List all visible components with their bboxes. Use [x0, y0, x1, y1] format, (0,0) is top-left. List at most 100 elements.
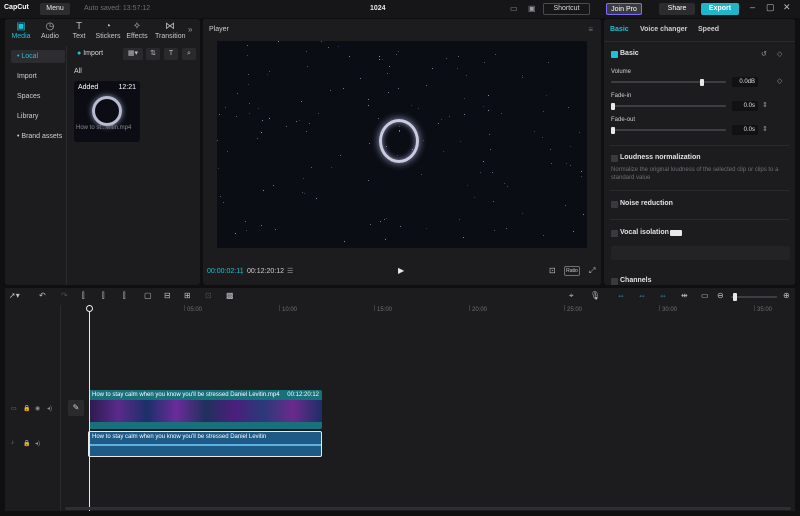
tab-voice-changer[interactable]: Voice changer [640, 26, 687, 33]
video-clip-duration: 00:12:20:12 [287, 392, 319, 398]
fadeout-stepper-icon[interactable]: ⇕ [762, 125, 768, 133]
freeze-icon[interactable]: ⊟ [164, 291, 171, 300]
monitor-icon[interactable]: ▣ [528, 4, 536, 13]
layout-icon[interactable]: ▭ [510, 4, 518, 13]
fadein-slider-knob[interactable] [611, 103, 615, 110]
tab-text[interactable]: T Text [65, 21, 93, 40]
split-icon[interactable]: ⫿ [82, 291, 85, 301]
timeline-scrollbar[interactable] [65, 507, 791, 510]
menu-button[interactable]: Menu [40, 3, 70, 15]
sidebar-item-local[interactable]: • Local [11, 50, 65, 63]
import-button[interactable]: ● Import [77, 50, 103, 57]
basic-checkbox[interactable] [611, 51, 618, 58]
redo-icon[interactable]: ↷ [61, 291, 68, 300]
link-icon[interactable]: ⇔ [638, 291, 646, 300]
cover-icon[interactable]: ▭ [11, 405, 17, 412]
view-mode-button[interactable]: ▦▾ [123, 48, 143, 60]
sidebar-item-spaces[interactable]: Spaces [11, 90, 65, 103]
fadein-stepper-icon[interactable]: ⇕ [762, 101, 768, 109]
play-icon[interactable]: ▶ [398, 266, 404, 275]
crop-icon[interactable]: ▩ [226, 291, 234, 300]
ruler-label: 30:00 [662, 307, 678, 313]
audio-clip[interactable]: How to stay calm when you know you'll be… [88, 431, 322, 457]
split-right-icon[interactable]: ⫿ [123, 291, 126, 301]
search-icon[interactable]: ⌕ [182, 48, 196, 60]
zoom-slider-knob[interactable] [733, 293, 737, 301]
lock-icon[interactable]: 🔒 [23, 440, 30, 447]
player-menu-icon[interactable]: ≡ [588, 25, 593, 34]
maximize-icon[interactable]: ▢ [766, 2, 775, 13]
tab-transition[interactable]: ⋈ Transition [155, 21, 185, 40]
vocal-checkbox[interactable] [611, 230, 618, 237]
noise-checkbox[interactable] [611, 201, 618, 208]
fadeout-value[interactable]: 0.0s [732, 125, 758, 135]
star-particle [432, 68, 433, 69]
undo-icon[interactable]: ↶ [39, 291, 46, 300]
select-tool-icon[interactable]: ➚▾ [9, 291, 20, 300]
join-pro-button[interactable]: Join Pro [606, 3, 642, 15]
reverse-icon[interactable]: ⊞ [184, 291, 191, 300]
delete-icon[interactable]: ▢ [144, 291, 152, 300]
fadein-slider[interactable] [611, 103, 726, 110]
fadein-value[interactable]: 0.0s [732, 101, 758, 111]
volume-keyframe-icon[interactable]: ◇ [777, 77, 782, 85]
sort-icon[interactable]: ⇅ [146, 48, 160, 60]
filter-icon[interactable]: T [164, 48, 178, 60]
minimize-icon[interactable]: – [750, 2, 755, 12]
media-thumbnail[interactable]: Added 12:21 [74, 81, 140, 142]
tab-basic[interactable]: Basic [610, 26, 629, 33]
more-tabs-icon[interactable]: » [188, 25, 192, 34]
all-filter-label[interactable]: All [74, 68, 82, 75]
tab-audio[interactable]: ◷ Audio [36, 21, 64, 40]
mic-icon[interactable]: 🎙 [590, 291, 600, 300]
preview-axis-icon[interactable]: ⇔ [659, 291, 667, 300]
volume-slider[interactable] [611, 79, 726, 86]
zoom-in-icon[interactable]: ⊕ [783, 291, 790, 300]
channels-checkbox[interactable] [611, 278, 618, 285]
tab-speed[interactable]: Speed [698, 26, 719, 33]
split-left-icon[interactable]: ⫿ [102, 291, 105, 301]
link-main-track-icon[interactable]: ⇔ [617, 291, 625, 300]
edit-cover-icon[interactable]: ✎ [68, 400, 84, 416]
time-ruler[interactable]: 05:00 10:00 15:00 20:00 25:00 30:00 35:00 [89, 305, 795, 319]
audio-track-icon[interactable]: ♪ [11, 440, 14, 446]
volume-slider-knob[interactable] [700, 79, 704, 86]
title-bar: CapCut Menu Auto saved: 13:57:12 1024 ▭ … [0, 0, 800, 18]
tab-media[interactable]: ▣ Media [7, 21, 35, 40]
align-icon[interactable]: ⇹ [681, 291, 688, 300]
fadeout-slider[interactable] [611, 127, 726, 134]
list-icon[interactable]: ☰ [287, 267, 293, 275]
eye-icon[interactable]: ◉ [35, 405, 40, 412]
tab-stickers[interactable]: ◔ Stickers [94, 21, 122, 40]
mirror-icon[interactable]: ⊡ [205, 291, 212, 300]
sidebar-item-brand-assets[interactable]: • Brand assets [11, 130, 65, 143]
mute-icon[interactable]: ◂) [35, 440, 40, 447]
reset-icon[interactable]: ↺ [761, 50, 767, 58]
lock-icon[interactable]: 🔒 [23, 405, 30, 412]
loudness-checkbox[interactable] [611, 155, 618, 162]
ratio-button[interactable]: Ratio [564, 266, 580, 276]
video-clip[interactable]: How to stay calm when you know you'll be… [89, 390, 322, 429]
keyframe-icon[interactable]: ◇ [777, 50, 782, 58]
volume-value[interactable]: 0.0dB [732, 77, 758, 87]
fadeout-slider-knob[interactable] [611, 127, 615, 134]
video-viewer[interactable] [217, 41, 587, 248]
share-button[interactable]: Share [659, 3, 695, 15]
playhead[interactable] [89, 305, 90, 511]
export-button[interactable]: Export [701, 3, 739, 15]
star-particle [267, 74, 268, 75]
vocal-dropdown[interactable] [611, 246, 790, 260]
zoom-out-icon[interactable]: ⊖ [717, 291, 724, 300]
close-icon[interactable]: ✕ [783, 2, 791, 13]
fit-screen-icon[interactable]: ⊡ [549, 266, 556, 275]
caption-icon[interactable]: ▭ [701, 291, 709, 300]
sidebar-item-import[interactable]: Import [11, 70, 65, 83]
zoom-slider[interactable] [731, 293, 777, 301]
sidebar-item-library[interactable]: Library [11, 110, 65, 123]
playhead-handle[interactable] [86, 305, 93, 312]
fullscreen-icon[interactable]: ⤢ [589, 266, 595, 276]
shortcut-button[interactable]: Shortcut [543, 3, 590, 15]
mute-icon[interactable]: ◂) [47, 405, 52, 412]
tab-effects[interactable]: ✧ Effects [123, 21, 151, 40]
magnet-icon[interactable]: ⌖ [569, 291, 574, 301]
